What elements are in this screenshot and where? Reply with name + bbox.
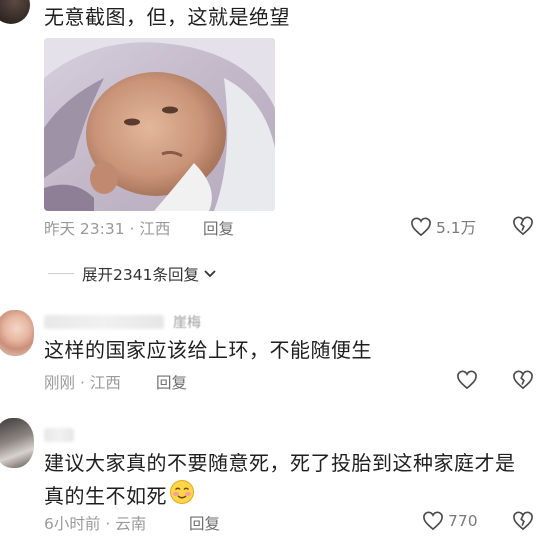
expand-replies-label: 展开2341条回复 xyxy=(82,266,199,284)
meta-separator: · xyxy=(105,515,111,533)
comment-time: 6小时前 xyxy=(44,515,101,533)
heart-outline-icon xyxy=(410,217,432,237)
expand-replies-button[interactable]: 展开2341条回复 xyxy=(82,263,217,285)
like-button[interactable] xyxy=(456,370,478,390)
like-button[interactable]: 5.1万 xyxy=(410,216,476,238)
broken-heart-icon xyxy=(512,511,534,531)
expand-divider xyxy=(48,273,74,274)
baby-photo xyxy=(44,38,275,211)
comment-text: 无意截图，但，这就是绝望 xyxy=(44,5,290,29)
comment-image[interactable] xyxy=(44,38,275,211)
comment-meta: 6小时前 · 云南 xyxy=(44,512,146,534)
like-button[interactable]: 770 xyxy=(422,511,478,531)
like-count: 5.1万 xyxy=(436,219,477,237)
comment-text: 这样的国家应该给上环，不能随便生 xyxy=(44,338,372,362)
avatar[interactable] xyxy=(0,418,34,468)
comment-text-line1: 建议大家真的不要随意死，死了投胎到这种家庭才是 xyxy=(44,451,516,475)
comment-location: 江西 xyxy=(139,220,171,238)
comment-location: 江西 xyxy=(89,374,121,392)
blushing-smile-emoji-icon xyxy=(169,479,195,514)
comment-time: 刚刚 xyxy=(44,374,76,392)
reply-button[interactable]: 回复 xyxy=(189,512,220,534)
dislike-button[interactable] xyxy=(512,511,534,531)
heart-outline-icon xyxy=(456,370,478,390)
comment-time: 昨天 23:31 xyxy=(44,220,125,238)
dislike-button[interactable] xyxy=(512,216,534,236)
comment-meta: 刚刚 · 江西 xyxy=(44,371,121,393)
dislike-button[interactable] xyxy=(512,370,534,390)
comment-location: 云南 xyxy=(115,515,147,533)
broken-heart-icon xyxy=(512,216,534,236)
username-blurred xyxy=(44,428,74,442)
meta-separator: · xyxy=(129,220,135,238)
username-blurred xyxy=(44,315,164,329)
like-count: 770 xyxy=(448,512,478,530)
broken-heart-icon xyxy=(512,370,534,390)
avatar[interactable] xyxy=(0,310,34,356)
avatar[interactable] xyxy=(0,0,30,24)
username[interactable]: 崖梅 xyxy=(173,312,201,332)
comment-meta: 昨天 23:31 · 江西 xyxy=(44,217,170,239)
reply-button[interactable]: 回复 xyxy=(156,371,187,393)
heart-outline-icon xyxy=(422,511,444,531)
comment-text-line2: 真的生不如死 xyxy=(44,479,195,514)
chevron-down-icon xyxy=(203,265,217,283)
meta-separator: · xyxy=(79,374,85,392)
reply-button[interactable]: 回复 xyxy=(203,217,234,239)
comment-text-line2-text: 真的生不如死 xyxy=(44,484,167,508)
